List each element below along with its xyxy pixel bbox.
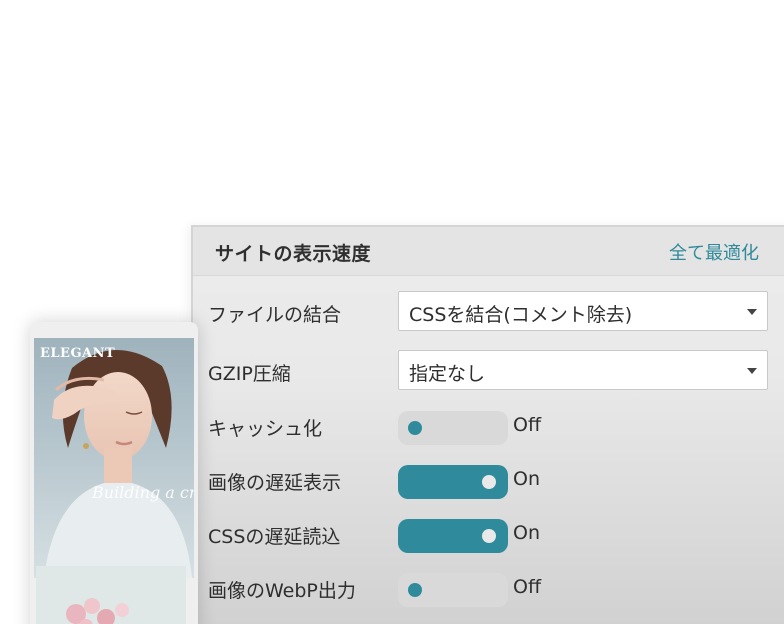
lazy-css-toggle[interactable] [398, 519, 508, 553]
lazy-images-label: 画像の遅延表示 [208, 472, 342, 494]
chevron-down-icon [747, 368, 757, 374]
chevron-down-icon [747, 309, 757, 315]
woman-portrait-image: Building a creative space [34, 338, 194, 578]
panel-header: サイトの表示速度 全て最適化 [193, 227, 784, 276]
cache-state: Off [513, 414, 542, 436]
combine-files-select[interactable]: CSSを結合(コメント除去) [398, 291, 768, 331]
webp-state: Off [513, 576, 542, 598]
brand-logo: ELEGANT [40, 346, 116, 361]
lazy-css-label: CSSの遅延読込 [208, 526, 341, 548]
toggle-knob [482, 475, 496, 489]
gzip-label: GZIP圧縮 [208, 363, 291, 385]
lazy-images-toggle[interactable] [398, 465, 508, 499]
lazy-images-state: On [513, 468, 540, 490]
script-overlay: Building a creative space [91, 483, 194, 502]
cache-toggle[interactable] [398, 411, 508, 445]
toggle-knob [482, 529, 496, 543]
flowers-photo [36, 566, 186, 624]
lazy-css-state: On [513, 522, 540, 544]
panel-title: サイトの表示速度 [215, 243, 372, 265]
webp-toggle[interactable] [398, 573, 508, 607]
optimize-all-link[interactable]: 全て最適化 [669, 239, 759, 265]
webp-label: 画像のWebP出力 [208, 580, 356, 602]
gzip-select[interactable]: 指定なし [398, 350, 768, 390]
combine-files-value: CSSを結合(コメント除去) [409, 304, 633, 326]
flowers-image [36, 566, 186, 624]
stage: サイトの表示速度 全て最適化 ファイルの結合 CSSを結合(コメント除去) GZ… [0, 0, 784, 624]
toggle-knob [408, 583, 422, 597]
site-speed-panel: サイトの表示速度 全て最適化 ファイルの結合 CSSを結合(コメント除去) GZ… [191, 225, 784, 624]
hero-photo: Building a creative space [34, 338, 194, 578]
toggle-knob [408, 421, 422, 435]
gzip-value: 指定なし [409, 363, 486, 385]
cache-label: キャッシュ化 [208, 418, 323, 440]
combine-files-label: ファイルの結合 [208, 304, 342, 326]
phone-preview: Building a creative space [30, 322, 198, 624]
